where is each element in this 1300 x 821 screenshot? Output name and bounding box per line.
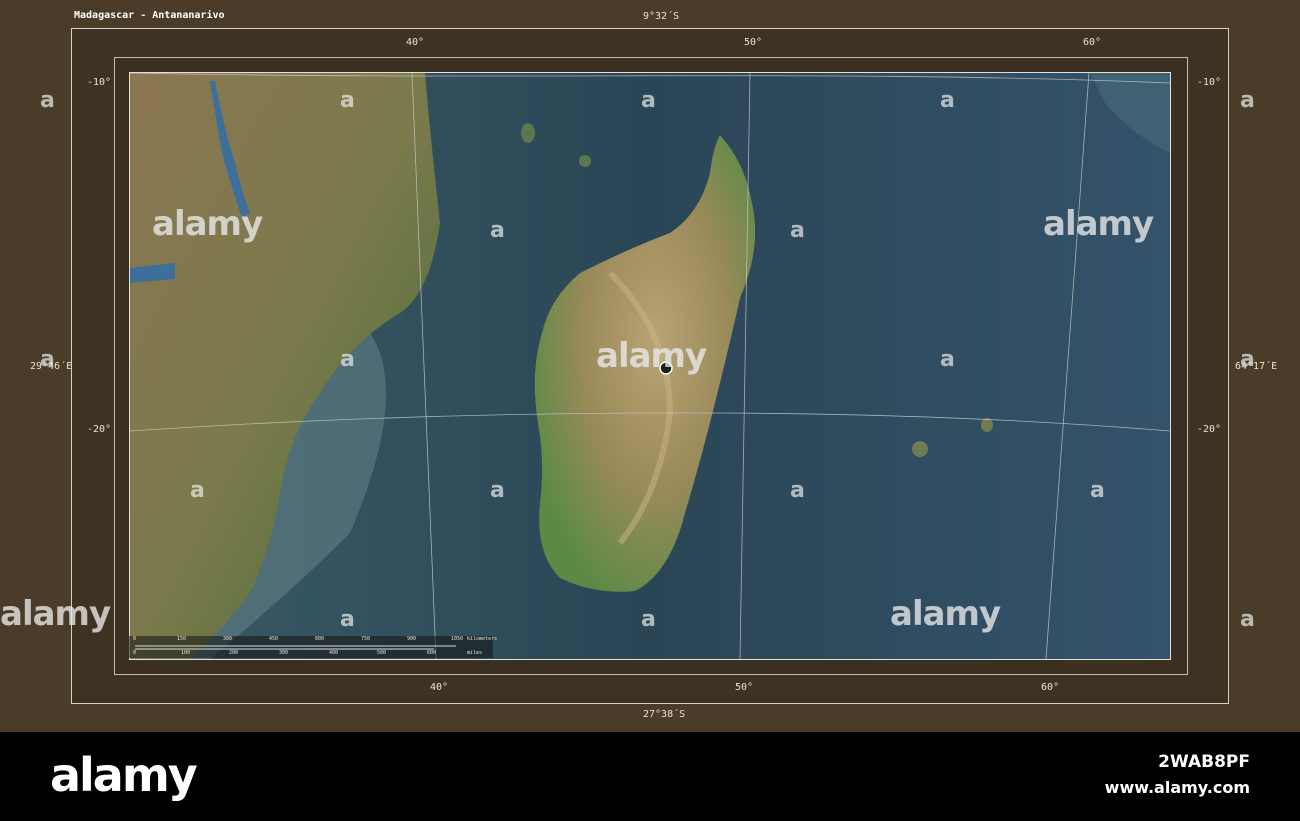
lon-tick-top-40: 40°: [406, 37, 425, 48]
footer-url: www.alamy.com: [1104, 778, 1250, 797]
scale-km-600: 600: [315, 636, 325, 642]
watermark-letter: a: [340, 88, 355, 113]
watermark-letter: a: [641, 607, 656, 632]
lon-tick-bottom-60: 60°: [1041, 682, 1060, 693]
mayotte-island: [579, 155, 591, 167]
scale-mi-500: 500: [377, 650, 387, 656]
scale-mi-200: 200: [229, 650, 239, 656]
watermark-letter: a: [940, 347, 955, 372]
lat-tick-left-10: -10°: [87, 77, 112, 88]
watermark-letter: a: [340, 347, 355, 372]
page: Madagascar - Antananarivo 9°32´S 27°38´S…: [0, 0, 1300, 821]
scale-km-1050: 1050: [451, 636, 464, 642]
scale-km-750: 750: [361, 636, 371, 642]
watermark-word: alamy: [890, 594, 1001, 634]
watermark-word: alamy: [596, 336, 707, 376]
watermark-word: alamy: [152, 204, 263, 244]
lat-tick-right-10: -10°: [1197, 77, 1222, 88]
scale-km-unit: kilometers: [467, 636, 498, 642]
scale-km-300: 300: [223, 636, 233, 642]
mauritius-island: [981, 418, 993, 432]
lon-tick-top-50: 50°: [744, 37, 763, 48]
watermark-letter: a: [490, 478, 505, 503]
watermark-letter: a: [790, 218, 805, 243]
scale-bar: 0 150 300 450 600 750 900 1050 kilometer…: [129, 636, 497, 658]
watermark-letter: a: [1240, 347, 1255, 372]
south-bound-label: 27°38´S: [643, 709, 686, 720]
scale-mi-400: 400: [329, 650, 339, 656]
lat-tick-left-20: -20°: [87, 424, 112, 435]
north-bound-label: 9°32´S: [643, 11, 680, 22]
watermark-letter: a: [190, 478, 205, 503]
scale-km-0: 0: [133, 636, 137, 642]
watermark-letter: a: [40, 88, 55, 113]
scale-mi-unit: miles: [467, 650, 483, 656]
scale-km-150: 150: [177, 636, 187, 642]
lon-tick-bottom-40: 40°: [430, 682, 449, 693]
map-title: Madagascar - Antananarivo: [74, 10, 225, 21]
watermark-word: alamy: [0, 594, 111, 634]
watermark-letter: a: [490, 218, 505, 243]
comoros-island: [521, 123, 535, 143]
scale-mi-100: 100: [181, 650, 191, 656]
watermark-letter: a: [940, 88, 955, 113]
scale-mi-0: 0: [133, 650, 137, 656]
scale-km-900: 900: [407, 636, 417, 642]
footer-logo: alamy: [50, 748, 198, 802]
watermark-letter: a: [641, 88, 656, 113]
watermark-letter: a: [790, 478, 805, 503]
watermark-letter: a: [40, 347, 55, 372]
scale-mi-600: 600: [427, 650, 437, 656]
watermark-word: alamy: [1043, 204, 1154, 244]
watermark-letter: a: [340, 607, 355, 632]
scale-km-450: 450: [269, 636, 279, 642]
watermark-letter: a: [1090, 478, 1105, 503]
watermark-letter: a: [1240, 88, 1255, 113]
lon-tick-bottom-50: 50°: [735, 682, 754, 693]
lat-tick-right-20: -20°: [1197, 424, 1222, 435]
watermark-letter: a: [1240, 607, 1255, 632]
footer-image-id: 2WAB8PF: [1158, 752, 1250, 772]
reunion-island: [912, 441, 928, 457]
scale-mi-300: 300: [279, 650, 289, 656]
lon-tick-top-60: 60°: [1083, 37, 1102, 48]
